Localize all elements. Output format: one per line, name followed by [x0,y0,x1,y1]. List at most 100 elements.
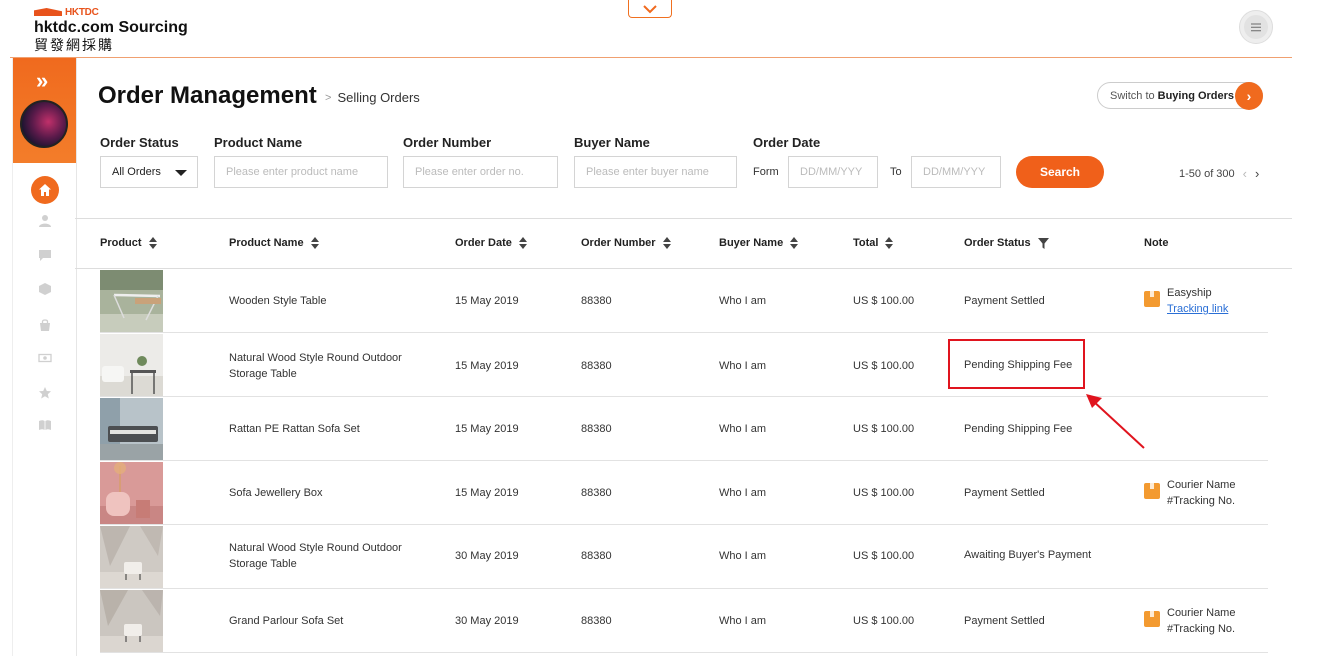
order-number-cell[interactable]: 88380 [581,485,612,501]
order-date-cell: 15 May 2019 [455,295,519,307]
package-icon [1144,291,1160,307]
column-header-total[interactable]: Total [853,237,894,249]
filter-icon[interactable] [1037,237,1049,249]
date-from-input[interactable]: DD/MM/YYY [788,156,878,188]
site-logo[interactable]: HKTDC hktdc.com Sourcing 貿發網採購 [34,6,188,53]
product-thumbnail[interactable] [100,590,163,652]
chat-icon [38,250,51,261]
sidebar-item-favourites[interactable] [13,383,76,403]
buyer-name-input[interactable]: Please enter buyer name [574,156,737,188]
breadcrumb-separator-icon: > [325,91,332,104]
chevron-down-icon [643,4,657,13]
product-thumbnail[interactable] [100,462,163,524]
next-page-icon[interactable]: › [1255,166,1259,181]
tracking-link[interactable]: Tracking link [1167,301,1228,317]
sidebar-item-messages[interactable] [13,245,76,265]
order-number-cell[interactable]: 88380 [581,613,612,629]
order-date-cell: 15 May 2019 [455,360,519,372]
product-name-input[interactable]: Please enter product name [214,156,388,188]
order-number-cell[interactable]: 88380 [581,293,612,309]
sort-icon [662,237,672,249]
column-header-order-number[interactable]: Order Number [581,237,672,249]
package-icon [1144,483,1160,499]
menu-button[interactable] [1239,10,1273,44]
buyer-name-cell: Who I am [719,360,767,372]
sidebar-item-payments[interactable] [13,348,76,368]
column-header-buyer-name-label: Buyer Name [719,237,784,249]
column-header-order-status[interactable]: Order Status [964,237,1049,249]
order-status-value: All Orders [112,166,161,178]
column-header-order-date-label: Order Date [455,237,512,249]
sidebar-item-catalogue[interactable] [13,415,76,435]
column-header-product[interactable]: Product [100,237,158,249]
table-row[interactable]: Wooden Style Table 15 May 2019 88380 Who… [75,269,1292,333]
product-name-cell[interactable]: Natural Wood Style Round Outdoor Storage… [229,350,409,382]
column-header-order-status-label: Order Status [964,237,1031,249]
expand-sidebar-icon[interactable]: » [36,70,48,92]
product-thumbnail[interactable] [100,398,163,460]
buyer-name-cell: Who I am [719,423,767,435]
column-header-order-date[interactable]: Order Date [455,237,528,249]
chevron-right-icon: › [1235,82,1263,110]
order-status-cell: Payment Settled [964,487,1045,499]
order-date-cell: 30 May 2019 [455,550,519,562]
avatar[interactable] [20,100,68,148]
sidebar-item-home[interactable] [13,176,76,204]
courier-name: Courier Name [1167,607,1236,619]
product-name-cell[interactable]: Wooden Style Table [229,293,409,309]
header-divider [10,57,1292,58]
sidebar-item-products[interactable] [13,279,76,299]
total-cell: US $ 100.00 [853,487,915,499]
product-name-cell[interactable]: Sofa Jewellery Box [229,485,409,501]
sidebar-item-orders[interactable] [13,315,76,335]
hktdc-flag-icon [34,8,62,16]
courier-name: Easyship [1167,287,1212,299]
product-thumbnail[interactable] [100,270,163,332]
sidebar-profile-panel: » [13,58,76,163]
top-header: HKTDC hktdc.com Sourcing 貿發網採購 [0,0,1318,58]
prev-page-icon[interactable]: ‹ [1243,166,1247,181]
search-button[interactable]: Search [1016,156,1104,188]
column-header-buyer-name[interactable]: Buyer Name [719,237,799,249]
column-header-product-name[interactable]: Product Name [229,237,320,249]
tracking-number: #Tracking No. [1167,495,1236,507]
package-icon [1144,611,1160,627]
total-cell: US $ 100.00 [853,360,915,372]
order-status-select[interactable]: All Orders [100,156,198,188]
order-date-cell: 30 May 2019 [455,615,519,627]
order-date-cell: 15 May 2019 [455,487,519,499]
pagination: 1-50 of 300 ‹ › [1179,166,1259,181]
logo-chinese-name: 貿發網採購 [34,37,114,53]
tracking-number: #Tracking No. [1167,623,1236,635]
order-number-input[interactable]: Please enter order no. [403,156,558,188]
money-icon [37,353,52,363]
total-cell: US $ 100.00 [853,550,915,562]
logo-site-name: hktdc.com Sourcing [34,19,188,36]
switch-prefix: Switch to [1110,89,1155,102]
switch-to-buying-orders-button[interactable]: Switch to Buying Orders › [1097,82,1263,110]
product-thumbnail[interactable] [100,526,163,588]
order-number-cell[interactable]: 88380 [581,548,612,564]
order-number-cell[interactable]: 88380 [581,421,612,437]
shopping-bag-icon [39,319,50,331]
buyer-name-label: Buyer Name [574,135,650,150]
table-row[interactable]: Natural Wood Style Round Outdoor Storage… [75,525,1292,589]
header-collapse-toggle[interactable] [628,0,672,18]
product-name-cell[interactable]: Natural Wood Style Round Outdoor Storage… [229,540,409,572]
product-thumbnail[interactable] [100,334,163,396]
order-status-cell: Awaiting Buyer's Payment [964,549,1092,561]
product-name-cell[interactable]: Grand Parlour Sofa Set [229,613,409,629]
order-number-cell[interactable]: 88380 [581,358,612,374]
sidebar-item-profile[interactable] [13,211,76,231]
table-row[interactable]: Sofa Jewellery Box 15 May 2019 88380 Who… [75,461,1292,525]
star-icon [38,387,51,399]
product-name-cell[interactable]: Rattan PE Rattan Sofa Set [229,421,409,437]
total-cell: US $ 100.00 [853,295,915,307]
date-to-input[interactable]: DD/MM/YYY [911,156,1001,188]
order-number-label: Order Number [403,135,492,150]
hamburger-icon [1251,22,1261,31]
buyer-name-cell: Who I am [719,295,767,307]
note-cell: Courier Name #Tracking No. [1144,605,1235,637]
buyer-name-cell: Who I am [719,550,767,562]
table-row[interactable]: Grand Parlour Sofa Set 30 May 2019 88380… [75,589,1292,653]
